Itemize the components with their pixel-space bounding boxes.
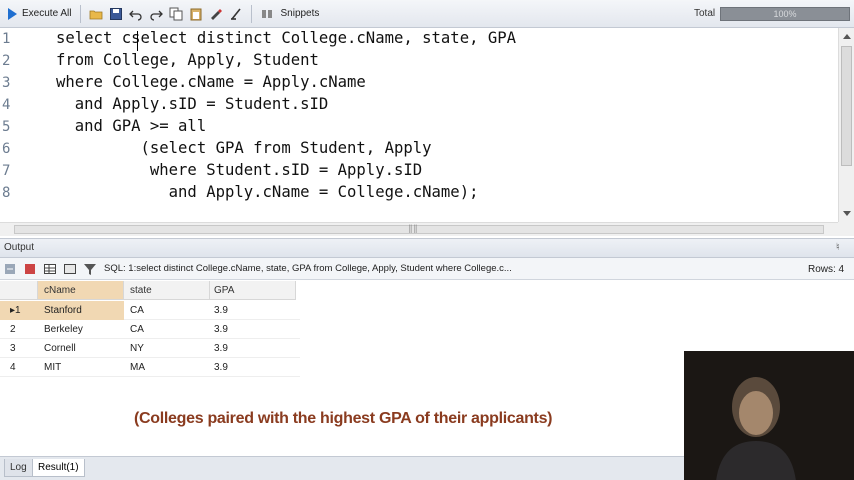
grip-icon: ║║: [408, 226, 418, 233]
output-panel-header: Output ♮: [0, 238, 854, 258]
total-label: Total: [694, 8, 716, 19]
total-progress-bar: 100%: [720, 7, 850, 21]
cell-gpa[interactable]: 3.9: [210, 301, 296, 320]
code-line: (select GPA from Student, Apply: [56, 139, 432, 157]
tab-result[interactable]: Result(1): [32, 459, 85, 477]
toolbar-separator: [251, 4, 253, 23]
row-number-header: [0, 281, 38, 300]
redo-icon[interactable]: [148, 6, 164, 22]
table-row[interactable]: ▸1 Stanford CA 3.9: [0, 301, 300, 320]
execute-all-button[interactable]: Execute All: [4, 4, 75, 24]
cell-gpa[interactable]: 3.9: [210, 358, 296, 377]
code-line: where College.cName = Apply.cName: [56, 73, 366, 91]
cell-cname[interactable]: Cornell: [38, 339, 124, 358]
line-number: 4: [2, 97, 11, 113]
table-row[interactable]: 4 MIT MA 3.9: [0, 358, 300, 377]
scrollbar-corner: [838, 222, 854, 236]
line-number: 6: [2, 141, 11, 157]
line-number: 8: [2, 185, 11, 201]
webcam-overlay: [684, 351, 854, 480]
grid-view-icon[interactable]: [42, 261, 58, 277]
line-number: 7: [2, 163, 11, 179]
code-line: and Apply.sID = Student.sID: [56, 95, 329, 113]
cell-gpa[interactable]: 3.9: [210, 320, 296, 339]
code-line: and GPA >= all: [56, 117, 207, 135]
video-caption: (Colleges paired with the highest GPA of…: [134, 410, 553, 427]
row-number: ▸1: [0, 301, 38, 320]
pin-icon[interactable]: ♮: [836, 242, 840, 253]
result-toolbar: SQL: 1:select distinct College.cName, st…: [0, 258, 854, 280]
row-count: Rows: 4: [808, 264, 845, 275]
cell-state[interactable]: CA: [124, 320, 210, 339]
column-header-state[interactable]: state: [124, 281, 210, 300]
paste-icon[interactable]: [188, 6, 204, 22]
undo-icon[interactable]: [128, 6, 144, 22]
scrollbar-thumb[interactable]: [841, 46, 852, 166]
clear-icon[interactable]: [228, 6, 244, 22]
cell-gpa[interactable]: 3.9: [210, 339, 296, 358]
snippets-icon[interactable]: [259, 6, 275, 22]
cell-state[interactable]: MA: [124, 358, 210, 377]
column-header-gpa[interactable]: GPA: [210, 281, 296, 300]
line-number: 1: [2, 31, 11, 47]
code-line: and Apply.cName = College.cName);: [56, 183, 479, 201]
text-caret: [137, 31, 138, 51]
line-number: 3: [2, 75, 11, 91]
cell-state[interactable]: NY: [124, 339, 210, 358]
play-icon: [8, 7, 17, 20]
editor-horizontal-scrollbar[interactable]: ║║: [0, 222, 838, 236]
cell-cname[interactable]: Berkeley: [38, 320, 124, 339]
column-header-cname[interactable]: cName: [38, 281, 124, 300]
code-line: where Student.sID = Apply.sID: [56, 161, 423, 179]
grid-header-row: cName state GPA: [0, 281, 300, 300]
line-number: 2: [2, 53, 11, 69]
cell-cname[interactable]: MIT: [38, 358, 124, 377]
row-number: 3: [10, 343, 16, 354]
toolbar: Execute All Snippets Total 100%: [0, 0, 854, 28]
save-icon[interactable]: [108, 6, 124, 22]
output-title: Output: [4, 242, 35, 253]
execute-all-label: Execute All: [22, 8, 72, 19]
cell-cname[interactable]: Stanford: [38, 301, 124, 320]
snippets-button[interactable]: Snippets: [280, 8, 319, 19]
code-line: select cselect distinct College.cName, s…: [56, 29, 517, 47]
table-row[interactable]: 2 Berkeley CA 3.9: [0, 320, 300, 339]
open-folder-icon[interactable]: [88, 6, 104, 22]
code-line: from College, Apply, Student: [56, 51, 319, 69]
total-value: 100%: [773, 9, 797, 19]
line-number-gutter: 1 2 3 4 5 6 7 8: [0, 28, 20, 222]
editor-vertical-scrollbar[interactable]: [838, 28, 854, 222]
scroll-up-icon[interactable]: [843, 34, 851, 39]
cell-state[interactable]: CA: [124, 301, 210, 320]
line-number: 5: [2, 119, 11, 135]
sql-editor[interactable]: 1 2 3 4 5 6 7 8 select cselect distinct …: [0, 28, 838, 222]
row-number: 4: [10, 362, 16, 373]
filter-icon[interactable]: [82, 261, 98, 277]
format-icon[interactable]: [208, 6, 224, 22]
table-row[interactable]: 3 Cornell NY 3.9: [0, 339, 300, 358]
toolbar-separator: [80, 4, 82, 23]
text-view-icon[interactable]: [62, 261, 78, 277]
scroll-down-icon[interactable]: [843, 211, 851, 216]
export-icon[interactable]: [22, 261, 38, 277]
refresh-icon[interactable]: [2, 261, 18, 277]
presenter-silhouette: [716, 377, 796, 480]
scrollbar-thumb[interactable]: [14, 225, 824, 234]
row-number: 2: [10, 324, 16, 335]
tab-log[interactable]: Log: [4, 459, 33, 477]
executed-sql-text: SQL: 1:select distinct College.cName, st…: [104, 263, 512, 274]
copy-icon[interactable]: [168, 6, 184, 22]
output-tabs: Log Result(1): [0, 456, 684, 480]
